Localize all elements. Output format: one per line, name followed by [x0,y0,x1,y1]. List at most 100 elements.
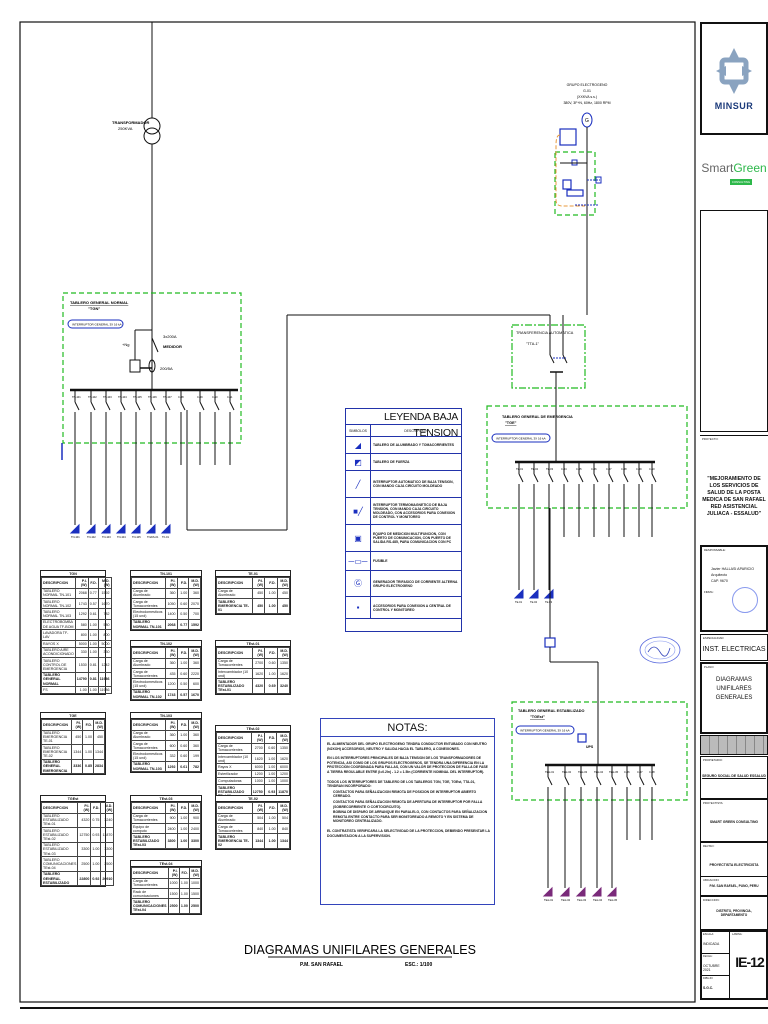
circuit-test-05: TEst-05 TEst-05 [606,765,619,902]
circuit-label: TN-106 [148,395,157,399]
legend-row: ■╱ INTERRUPTOR TERMOMAGNETICO DE BAJA TEN… [346,498,461,525]
load-label: TNAIS-01 [147,535,159,539]
table-cell: 0.81 [87,671,99,688]
table-cell: P.I.(W) [251,647,266,659]
circuit-c-04: C-04 [561,462,569,537]
designer-label: PROYECTISTA: [703,801,724,805]
table-cell: 1.00 [87,686,99,695]
svg-text:TRANSFERENCIA AUTOMATICA: TRANSFERENCIA AUTOMATICA [516,331,574,335]
breaker-icon [611,776,617,786]
table-cell: FS [41,686,76,695]
table-cell: 2400 [188,822,201,835]
table-cell: 580 [74,618,89,631]
table-cell: TABLERO NORMAL TN-101 [41,587,76,600]
table-row: TABLERO CONTROL DE EMERGENCIA 1530 0.81 124… [41,657,112,673]
fuse-icon: ─▭─ [346,552,371,570]
table-row: Carga de Tomacorrientes 600 0.60 360 [131,739,201,752]
table-cell: 1620 [250,752,265,765]
location: P.M. SAN RAFAEL, PUNO, PERU [709,884,759,888]
svg-text:TRANSFORMADOR: TRANSFORMADOR [112,120,149,125]
table-cell: TABLERO CONTROL DE EMERGENCIA [41,657,76,673]
table-cell: TABLERO COMUNICACIONES TEst-04 [131,898,169,914]
table-row: TABLERO NORMAL TN-102 1743 0.57 1670 [41,597,112,610]
circuit-label: TE-02 [531,467,539,471]
table-cell: 900 [164,812,178,825]
table-cell: TABLERO ESTABILIZADO TEst-01 [40,812,79,829]
table-cell: 1.00 [263,770,278,779]
breaker-icon [651,473,657,483]
circuit-c-08: C-08 [621,462,629,537]
table-cell: 0.60 [176,667,190,680]
table-cell: M.D.(W) [276,647,291,659]
date: OCTUBRE 2021 [703,964,720,972]
table-cell: F.D. [264,647,278,659]
svg-text:G: G [585,118,589,124]
table-cell: F.D. [87,577,99,589]
table-cell: 1592 [97,587,112,600]
table-row: TABLERO NORMAL TN-101 2068 0.77 1592 [131,618,201,631]
table-cell: 840 [276,822,291,835]
note-1: EL ALIMENTADOR DEL GRUPO ELECTROGENO TEN… [327,742,487,751]
table-row: DESCRIPCION P.I.(W) F.D. M.D.(W) [40,719,105,731]
circuit-tn-104: TN-104 TN-104 [115,390,127,539]
table-cell: 0.69 [264,678,278,694]
table-row: DESCRIPCION P.I.(W) F.D. M.D.(W) [131,867,202,879]
table-cell: M.D.(W) [276,577,291,589]
legend-col-symbols: SIMBOLOS [346,425,371,436]
table-row: TABLERO ESTABILIZADO TEst-01 4320 0.75 3240 [40,812,115,829]
drawn-label: DIBUJO: [703,977,714,980]
table-cell: 1500 [188,887,202,900]
owner-box: PROPIETARIO: SEGURO SOCIAL DE SALUD ESSAL… [700,756,768,799]
circuit-c-10: C-10 [212,390,220,465]
table-cell: 1000 [276,777,290,786]
svg-text:"TGEst": "TGEst" [530,715,545,719]
table-cell: 1.00 [87,639,99,648]
table-cell: 360 [164,587,178,600]
table-cell: 5000 [97,639,112,648]
table-cell: DESCRIPCION [41,577,76,589]
table-row: Intercambiador (10 und) 1620 1.00 1620 [216,667,291,680]
table-row: Rayos X 6000 1.00 6000 [216,763,290,772]
load-table-te-01: TE-01 DESCRIPCION P.I.(W) F.D. M.D.(W) Carga … [215,570,291,615]
table-cell: 1.00 [264,598,278,614]
generator-icon: Ⓖ [346,571,371,596]
legend-description: INTERRUPTOR TERMOMAGNETICO DE BAJA TENSI… [373,503,456,519]
table-row: Carga de Tomacorrientes 435 0.60 2220 [131,667,201,680]
table-row: Carga de Tomacorrientes 900 1.00 900 [131,812,201,825]
svg-text:"TTA-1": "TTA-1" [526,342,540,346]
table-cell: Carga de Tomacorrientes [131,739,166,752]
circuit-c-05: C-05 [576,462,584,537]
table-cell: 14790 [74,671,89,688]
table-cell: 1344 [276,833,291,849]
breaker-icon [623,473,629,483]
table-cell: 1.00 [178,877,190,890]
table-cell: RAYOS X [41,639,76,648]
table-cell: 0.60 [263,742,278,755]
ups-icon [544,637,556,648]
circuit-c-09: C-09 [197,390,205,465]
table-cell: 0.61 [87,608,99,620]
table-cell: 0.60 [176,597,190,610]
table-cell: 1620 [276,667,291,680]
generator: GRUPO ELECTROGENO G-01 (XXKVA s.s.) 380V… [554,83,611,315]
svg-text:TABLERO GENERAL NORMAL: TABLERO GENERAL NORMAL [70,300,129,305]
table-cell: 1620 [276,752,290,765]
address: DISTRITO, PROVINCIA, DEPARTAMENTO [716,909,752,917]
table-cell: 2700 [250,742,265,755]
table-row: Electrodomesticos (15 und) 332 0.60 199 [131,750,201,762]
table-row: Esterilizador 1200 1.00 1200 [216,770,290,779]
table-cell: 2400 [164,822,178,835]
table-cell: 1242 [97,657,112,673]
panel-icon [145,523,156,534]
table-cell: F.D. [176,647,190,659]
table-cell: DESCRIPCION [131,867,169,879]
circuit-c-07: C-07 [606,462,614,537]
table-cell: Electrodomesticos (15 und) [131,678,166,690]
table-row: DESCRIPCION P.I.(W) F.D. M.D.(W) [216,802,291,814]
breaker-icon [180,401,186,411]
circuit-c-06: C-06 [624,765,632,840]
table-cell: 1350 [276,657,291,670]
table-cell: M.D.(W) [188,719,201,731]
panel-icon: ◢ [346,437,371,453]
table-cell: 450 [276,598,291,614]
